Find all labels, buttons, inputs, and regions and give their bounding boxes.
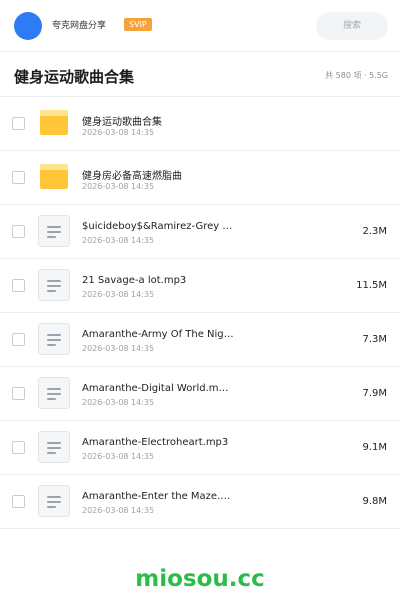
item-name: 健身房必备高速燃脂曲: [82, 171, 182, 182]
checkbox[interactable]: [12, 333, 25, 346]
file-icon: [38, 431, 70, 463]
list-item[interactable]: Amaranthe-Enter the Maze.… 2026-03-08 14…: [0, 475, 400, 529]
item-size: 9.8M: [362, 496, 387, 507]
watermark: miosou.cc: [135, 566, 265, 592]
list-item[interactable]: 健身房必备高速燃脂曲 2026-03-08 14:35: [0, 151, 400, 205]
folder-icon: [40, 164, 68, 189]
item-size: 2.3M: [362, 226, 387, 237]
item-name: 21 Savage-a lot.mp3: [82, 275, 187, 286]
list-item[interactable]: Amaranthe-Digital World.m… 2026-03-08 14…: [0, 367, 400, 421]
item-date: 2026-03-08 14:35: [82, 290, 155, 299]
avatar[interactable]: [14, 12, 42, 40]
item-name: 健身运动歌曲合集: [82, 117, 162, 128]
item-date: 2026-03-08 14:35: [82, 398, 155, 407]
list-item[interactable]: 健身运动歌曲合集 2026-03-08 14:35: [0, 97, 400, 151]
checkbox[interactable]: [12, 117, 25, 130]
item-size: 7.3M: [362, 334, 387, 345]
list-item[interactable]: Amaranthe-Electroheart.mp3 2026-03-08 14…: [0, 421, 400, 475]
page-title: 健身运动歌曲合集: [14, 68, 135, 86]
item-date: 2026-03-08 14:35: [82, 182, 155, 191]
file-icon: [38, 485, 70, 517]
item-date: 2026-03-08 14:35: [82, 452, 155, 461]
list-item[interactable]: Amaranthe-Army Of The Nig… 2026-03-08 14…: [0, 313, 400, 367]
item-summary: 共 580 项 · 5.5G: [325, 71, 388, 80]
checkbox[interactable]: [12, 171, 25, 184]
item-date: 2026-03-08 14:35: [82, 236, 155, 245]
search-button[interactable]: 搜索: [316, 12, 388, 40]
item-name: Amaranthe-Electroheart.mp3: [82, 437, 229, 448]
folder-header: 健身运动歌曲合集 共 580 项 · 5.5G: [0, 52, 400, 97]
item-name: Amaranthe-Digital World.m…: [82, 383, 229, 394]
svip-badge: SVIP: [124, 18, 152, 31]
top-bar: 夸克网盘分享 SVIP 搜索: [0, 0, 400, 52]
file-icon: [38, 323, 70, 355]
checkbox[interactable]: [12, 495, 25, 508]
checkbox[interactable]: [12, 387, 25, 400]
checkbox[interactable]: [12, 441, 25, 454]
file-list: 健身运动歌曲合集 2026-03-08 14:35 健身房必备高速燃脂曲 202…: [0, 97, 400, 547]
checkbox[interactable]: [12, 225, 25, 238]
folder-icon: [40, 110, 68, 135]
item-name: Amaranthe-Enter the Maze.…: [82, 491, 231, 502]
file-icon: [38, 215, 70, 247]
item-date: 2026-03-08 14:35: [82, 344, 155, 353]
item-size: 7.9M: [362, 388, 387, 399]
file-icon: [38, 269, 70, 301]
checkbox[interactable]: [12, 279, 25, 292]
file-icon: [38, 377, 70, 409]
list-item[interactable]: $uicideboy$&Ramirez-Grey … 2026-03-08 14…: [0, 205, 400, 259]
item-name: $uicideboy$&Ramirez-Grey …: [82, 221, 233, 232]
brand-name: 夸克网盘分享: [52, 21, 107, 31]
item-size: 11.5M: [356, 280, 387, 291]
list-item[interactable]: 21 Savage-a lot.mp3 2026-03-08 14:35 11.…: [0, 259, 400, 313]
item-size: 9.1M: [362, 442, 387, 453]
item-date: 2026-03-08 14:35: [82, 128, 155, 137]
item-name: Amaranthe-Army Of The Nig…: [82, 329, 234, 340]
item-date: 2026-03-08 14:35: [82, 506, 155, 515]
